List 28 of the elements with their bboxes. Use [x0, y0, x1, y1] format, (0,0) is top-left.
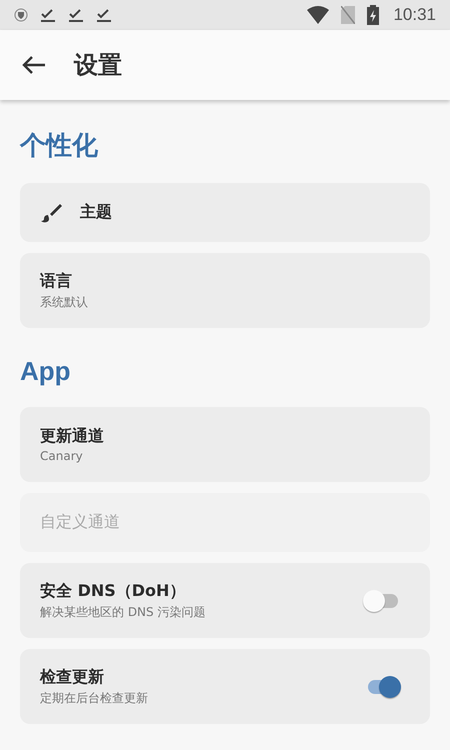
status-time: 10:31 — [393, 5, 436, 25]
setting-title: 自定义通道 — [40, 512, 121, 533]
setting-item[interactable]: 更新通道 Canary — [20, 407, 430, 482]
setting-title: 更新通道 — [40, 426, 105, 447]
wifi-icon — [307, 6, 330, 24]
setting-item[interactable]: 安全 DNS（DoH） 解决某些地区的 DNS 污染问题 — [20, 563, 430, 638]
page-title: 设置 — [74, 50, 122, 81]
no-sim-icon — [341, 6, 356, 24]
setting-summary: 系统默认 — [40, 294, 89, 310]
section-title: App — [20, 355, 72, 388]
setting-item[interactable]: 主题 — [20, 183, 430, 242]
setting-item[interactable]: 语言 系统默认 — [20, 253, 430, 328]
setting-summary: 解决某些地区的 DNS 污染问题 — [40, 604, 206, 620]
download-done-icon — [96, 7, 112, 23]
brush-icon — [40, 202, 62, 224]
section-title: 个性化 — [20, 129, 99, 162]
setting-title: 主题 — [80, 202, 113, 223]
setting-title: 语言 — [40, 270, 73, 292]
setting-title: 安全 DNS（DoH） — [40, 580, 186, 602]
battery-charging-icon — [367, 5, 380, 25]
setting-summary: Canary — [40, 449, 84, 463]
back-arrow-icon[interactable] — [22, 55, 46, 75]
setting-item[interactable]: 检查更新 定期在后台检查更新 — [20, 649, 430, 724]
shield-icon — [14, 8, 28, 22]
setting-title: 检查更新 — [40, 666, 105, 688]
download-done-icon — [68, 7, 84, 23]
download-done-icon — [40, 7, 56, 23]
setting-summary: 定期在后台检查更新 — [40, 690, 149, 706]
